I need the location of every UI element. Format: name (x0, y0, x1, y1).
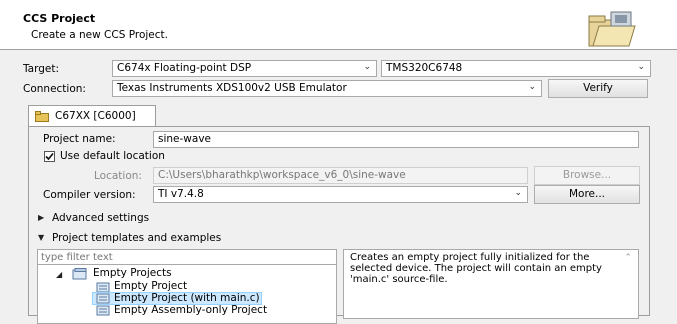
tree-item-empty-assembly-project[interactable]: Empty Assembly-only Project (114, 304, 267, 316)
templates-section-toggle[interactable]: Project templates and examples (52, 232, 221, 244)
project-template-icon (96, 305, 110, 316)
tab-c67xx[interactable]: C67XX [C6000] (28, 105, 156, 127)
template-filter-input[interactable] (37, 249, 337, 265)
location-label: Location: (94, 170, 142, 182)
target-device-value: TMS320C6748 (386, 62, 463, 74)
tab-label: C67XX [C6000] (55, 110, 136, 122)
location-field[interactable]: C:\Users\bharathkp\workspace_v6_0\sine-w… (153, 167, 528, 184)
verify-button[interactable]: Verify (548, 79, 648, 98)
browse-button[interactable]: Browse... (534, 166, 640, 185)
connection-select[interactable]: Texas Instruments XDS100v2 USB Emulator … (112, 80, 542, 97)
wizard-subtitle: Create a new CCS Project. (31, 29, 168, 41)
scroll-up-icon[interactable]: ⌃ (624, 253, 632, 264)
template-description-panel: Creates an empty project fully initializ… (343, 249, 639, 319)
project-name-label: Project name: (43, 133, 116, 145)
target-family-select[interactable]: C674x Floating-point DSP ⌄ (112, 60, 377, 77)
chevron-down-icon: ⌄ (514, 188, 522, 198)
connection-value: Texas Instruments XDS100v2 USB Emulator (117, 82, 347, 94)
target-device-select[interactable]: TMS320C6748 ⌄ (381, 60, 651, 77)
chevron-down-icon: ⌄ (528, 82, 536, 92)
use-default-checkbox[interactable] (44, 151, 55, 162)
tree-item-empty-project-main[interactable]: Empty Project (with main.c) (114, 292, 260, 304)
compiler-version-label: Compiler version: (43, 189, 136, 201)
wizard-title: CCS Project (23, 12, 96, 25)
compiler-version-select[interactable]: TI v7.4.8 ⌄ (153, 186, 528, 203)
folder-wizard-icon (588, 11, 636, 47)
templates-tree[interactable]: ◢ Empty Projects Empty Project Empty Pro… (37, 264, 337, 324)
project-name-field[interactable]: sine-wave (153, 131, 639, 148)
chevron-down-icon: ⌄ (637, 62, 645, 72)
expand-arrow-icon[interactable]: ▶ (38, 213, 44, 222)
target-family-value: C674x Floating-point DSP (117, 62, 252, 74)
project-template-icon (96, 293, 110, 304)
target-label: Target: (23, 63, 60, 75)
use-default-label: Use default location (60, 150, 165, 162)
tree-group-empty-projects[interactable]: Empty Projects (93, 267, 172, 279)
project-group-icon (72, 268, 87, 280)
tree-expand-icon[interactable]: ◢ (56, 270, 62, 279)
collapse-arrow-icon[interactable]: ▼ (38, 233, 44, 242)
folder-icon (35, 111, 49, 122)
wizard-header: CCS Project Create a new CCS Project. (0, 0, 677, 50)
more-button[interactable]: More... (534, 185, 640, 204)
advanced-settings-toggle[interactable]: Advanced settings (52, 212, 149, 224)
template-description: Creates an empty project fully initializ… (350, 252, 602, 285)
chevron-down-icon: ⌄ (363, 62, 371, 72)
checkmark-icon (45, 152, 54, 161)
compiler-version-value: TI v7.4.8 (158, 188, 204, 200)
tree-item-empty-project[interactable]: Empty Project (114, 280, 187, 292)
connection-label: Connection: (23, 83, 86, 95)
